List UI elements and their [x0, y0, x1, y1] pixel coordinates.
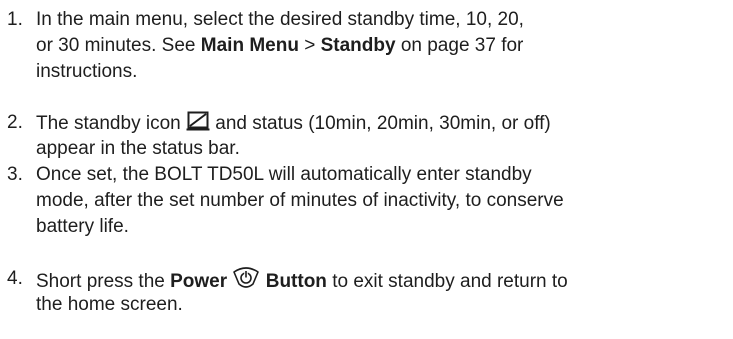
button-label: Button — [265, 271, 327, 292]
step-text: In the main menu, select the desired sta… — [36, 7, 733, 85]
step-line: instructions. — [36, 61, 138, 82]
step-number: 1. — [7, 9, 23, 30]
text: or 30 minutes. See — [36, 35, 201, 56]
step-line: Once set, the BOLT TD50L will automatica… — [36, 164, 532, 185]
step-number: 4. — [7, 268, 23, 289]
step-line: or 30 minutes. See Main Menu > Standby o… — [36, 33, 733, 59]
step-text: Short press the Power Button to exit sta… — [36, 266, 733, 318]
step-line: Short press the Power Button to exit sta… — [36, 266, 733, 292]
text: > — [298, 35, 321, 56]
step-line: In the main menu, select the desired sta… — [36, 9, 524, 30]
step-line: The standby icon and status (10min, 20mi… — [36, 110, 733, 136]
step-line: appear in the status bar. — [36, 138, 240, 159]
step-line: the home screen. — [36, 294, 183, 315]
text: Short press the — [36, 271, 171, 292]
step-line: battery life. — [36, 216, 129, 237]
text: The standby icon — [36, 113, 186, 134]
step-number: 2. — [7, 112, 23, 133]
step-text: The standby icon and status (10min, 20mi… — [36, 110, 733, 162]
menu-reference-main-menu: Main Menu — [200, 35, 299, 56]
power-button-label: Power — [170, 271, 228, 292]
step-line: mode, after the set number of minutes of… — [36, 190, 564, 211]
text: to exit standby and return to — [326, 271, 568, 292]
menu-reference-standby: Standby — [320, 35, 396, 56]
text: and status (10min, 20min, 30min, or off) — [209, 113, 551, 134]
step-number: 3. — [7, 164, 23, 185]
step-text: Once set, the BOLT TD50L will automatica… — [36, 162, 733, 240]
power-button-icon — [232, 266, 260, 298]
text: on page 37 for — [395, 35, 524, 56]
